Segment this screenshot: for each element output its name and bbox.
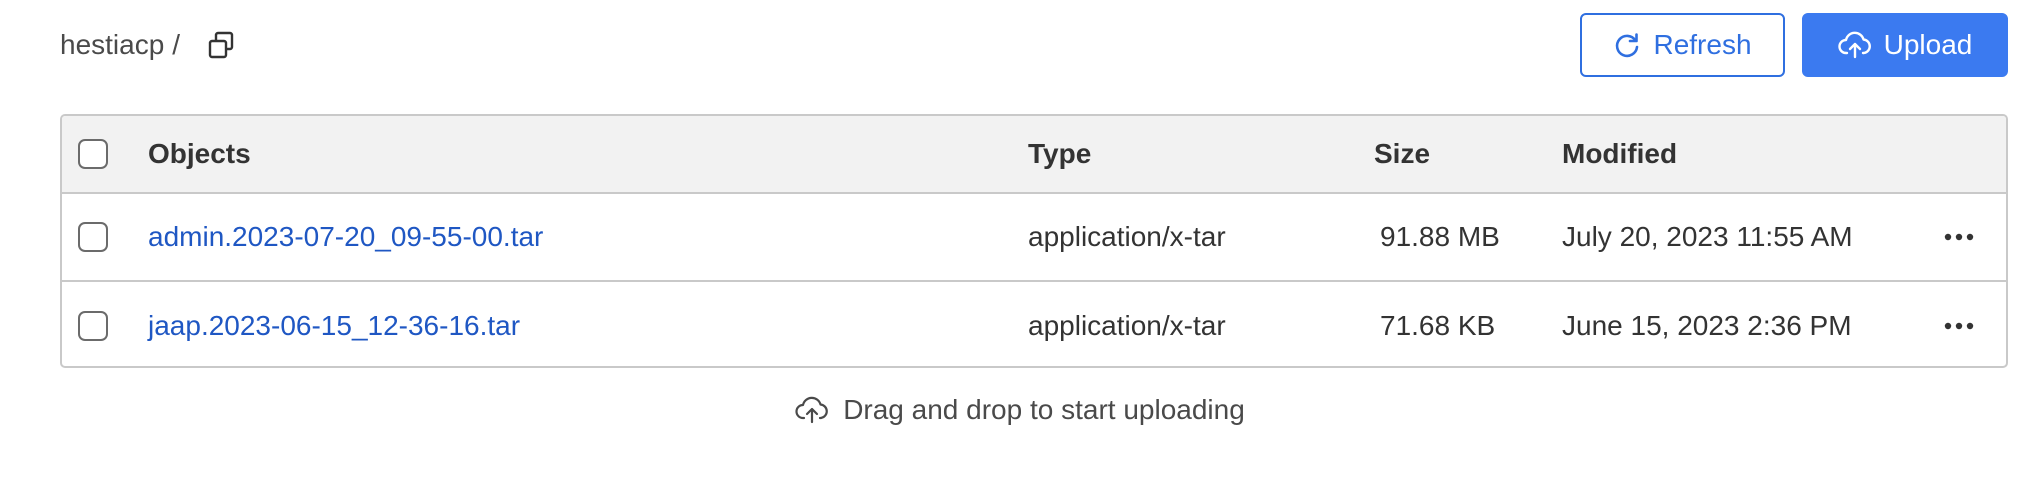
table-row: admin.2023-07-20_09-55-00.tar applicatio… [62, 194, 2006, 282]
objects-table: Objects Type Size Modified admin.2023-07… [60, 114, 2008, 368]
row-select-cell [78, 282, 108, 366]
cloud-upload-icon [795, 396, 829, 424]
refresh-label: Refresh [1653, 29, 1752, 60]
upload-button[interactable]: Upload [1802, 13, 2008, 77]
refresh-icon [1613, 31, 1641, 59]
toolbar: hestiacp / Refresh Upload [60, 12, 2008, 78]
file-type: application/x-tar [1028, 221, 1226, 252]
more-options-icon[interactable] [1944, 322, 1974, 330]
file-size: 71.68 KB [1380, 310, 1496, 341]
row-actions-cell [1944, 194, 1974, 280]
copy-icon[interactable] [206, 30, 236, 60]
column-header-modified[interactable]: Modified [1562, 116, 1677, 192]
file-name-cell: jaap.2023-06-15_12-36-16.tar [148, 282, 520, 366]
file-modified: June 15, 2023 2:36 PM [1562, 310, 1852, 341]
table-row: jaap.2023-06-15_12-36-16.tar application… [62, 282, 2006, 366]
refresh-button[interactable]: Refresh [1580, 13, 1785, 77]
row-select-cell [78, 194, 108, 280]
cloud-upload-icon [1837, 31, 1872, 59]
column-header-objects[interactable]: Objects [148, 116, 251, 192]
file-size: 91.88 MB [1380, 221, 1500, 252]
upload-label: Upload [1883, 29, 1973, 60]
file-modified: July 20, 2023 11:55 AM [1562, 221, 1853, 252]
row-checkbox[interactable] [78, 311, 108, 341]
file-link[interactable]: admin.2023-07-20_09-55-00.tar [148, 221, 543, 253]
table-header: Objects Type Size Modified [62, 116, 2006, 194]
column-header-type[interactable]: Type [1028, 116, 1091, 192]
page: hestiacp / Refresh Upload Objects Type S… [0, 0, 2040, 478]
drop-zone-label: Drag and drop to start uploading [843, 394, 1245, 425]
select-all-checkbox[interactable] [78, 139, 108, 169]
more-options-icon[interactable] [1944, 233, 1974, 241]
breadcrumb-root[interactable]: hestiacp [60, 29, 164, 61]
file-type: application/x-tar [1028, 310, 1226, 341]
file-name-cell: admin.2023-07-20_09-55-00.tar [148, 194, 543, 280]
file-link[interactable]: jaap.2023-06-15_12-36-16.tar [148, 310, 520, 342]
row-checkbox[interactable] [78, 222, 108, 252]
row-actions-cell [1944, 282, 1974, 366]
actions: Refresh Upload [1580, 13, 2008, 77]
breadcrumb: hestiacp / [60, 29, 236, 61]
breadcrumb-separator: / [172, 29, 181, 60]
select-all-cell [78, 116, 108, 192]
column-header-size[interactable]: Size [1374, 116, 1430, 192]
drop-zone[interactable]: Drag and drop to start uploading [0, 388, 2040, 432]
